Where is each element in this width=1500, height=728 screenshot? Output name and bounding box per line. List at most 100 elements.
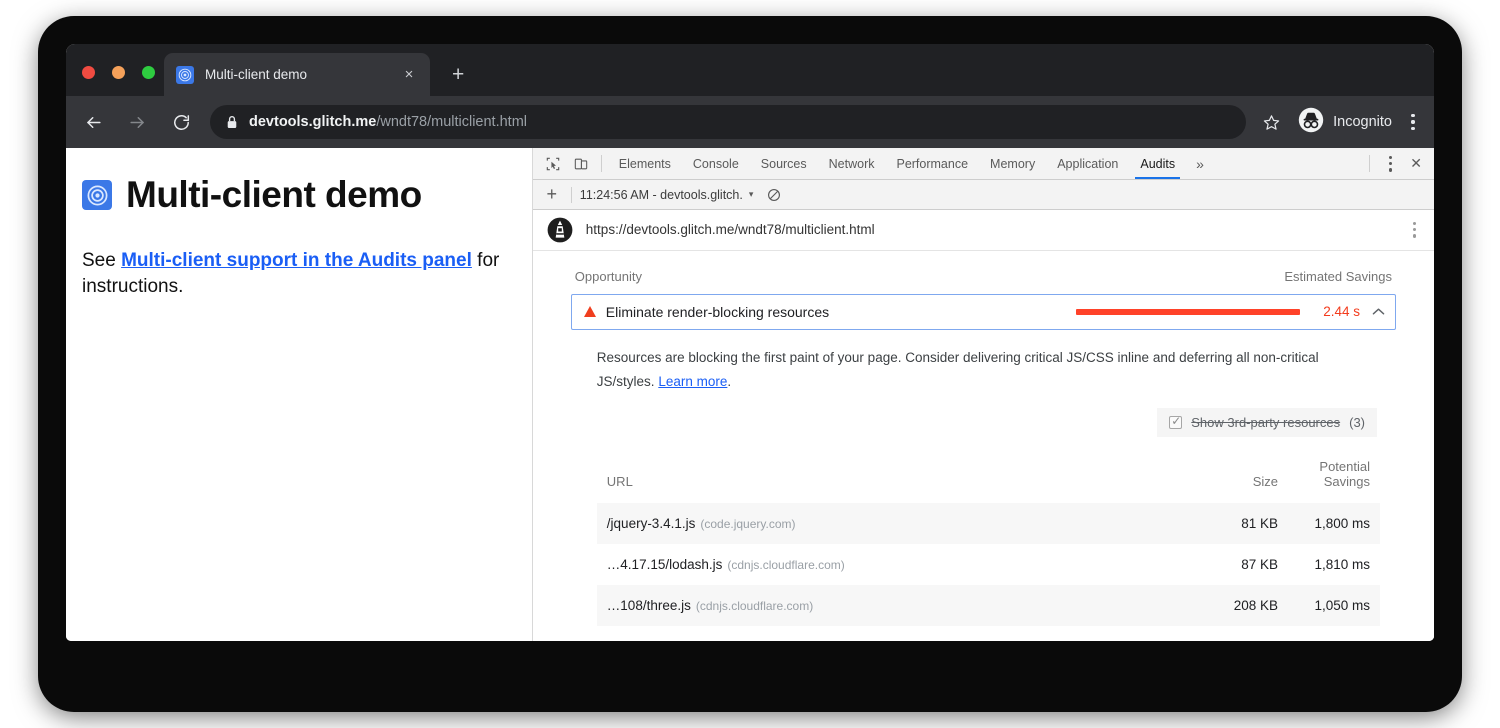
- tab-title: Multi-client demo: [205, 67, 400, 82]
- third-party-count: (3): [1349, 415, 1365, 430]
- tab-network[interactable]: Network: [818, 148, 886, 179]
- close-tab-button[interactable]: ×: [400, 66, 418, 84]
- url-path: /wndt78/multiclient.html: [376, 114, 527, 130]
- cell-size: 87 KB: [1196, 544, 1288, 585]
- resources-table: URL Size Potential Savings: [597, 453, 1380, 626]
- incognito-icon: [1298, 107, 1324, 138]
- maximize-window-button[interactable]: [142, 66, 155, 79]
- address-bar[interactable]: devtools.glitch.me/wndt78/multiclient.ht…: [210, 105, 1246, 139]
- table-row[interactable]: /jquery-3.4.1.js(code.jquery.com) 81 KB …: [597, 503, 1380, 544]
- tab-label: Sources: [761, 157, 807, 171]
- opportunity-row[interactable]: Eliminate render-blocking resources 2.44…: [571, 294, 1396, 330]
- tab-label: Memory: [990, 157, 1035, 171]
- opportunity-column-label: Opportunity: [575, 269, 642, 284]
- tab-console[interactable]: Console: [682, 148, 750, 179]
- reload-button[interactable]: [164, 105, 198, 139]
- tab-application[interactable]: Application: [1046, 148, 1129, 179]
- header-url: URL: [597, 453, 1196, 503]
- table-header-row: URL Size Potential Savings: [597, 453, 1380, 503]
- bookmark-star-icon[interactable]: [1254, 114, 1288, 131]
- estimated-savings-column-label: Estimated Savings: [1284, 269, 1392, 284]
- url-host: devtools.glitch.me: [249, 114, 376, 130]
- kebab-menu-icon: [1411, 114, 1414, 130]
- incognito-indicator[interactable]: Incognito: [1298, 107, 1392, 138]
- web-page-content: Multi-client demo See Multi-client suppo…: [66, 148, 533, 641]
- incognito-label: Incognito: [1333, 114, 1392, 130]
- tab-label: Audits: [1140, 157, 1175, 171]
- devtools-settings-button[interactable]: [1376, 148, 1404, 179]
- close-devtools-button[interactable]: ✕: [1404, 148, 1434, 179]
- inspect-element-icon[interactable]: [539, 148, 567, 179]
- table-row[interactable]: …108/three.js(cdnjs.cloudflare.com) 208 …: [597, 585, 1380, 626]
- chrome-menu-button[interactable]: [1398, 114, 1428, 130]
- resource-url: /jquery-3.4.1.js: [607, 516, 696, 531]
- chrome-spiral-icon: [176, 66, 194, 84]
- report-url: https://devtools.glitch.me/wndt78/multic…: [586, 222, 1409, 237]
- chevron-up-icon[interactable]: [1372, 305, 1385, 319]
- show-third-party-toggle[interactable]: Show 3rd-party resources (3): [1157, 408, 1377, 437]
- savings-value: 2.44 s: [1316, 304, 1360, 319]
- traffic-lights: [82, 66, 155, 79]
- report-body: Opportunity Estimated Savings Eliminate …: [533, 251, 1434, 641]
- third-party-checkbox[interactable]: [1169, 416, 1182, 429]
- lighthouse-icon: [547, 217, 573, 243]
- new-tab-button[interactable]: +: [452, 64, 464, 85]
- third-party-filter-wrap: Show 3rd-party resources (3): [597, 408, 1380, 437]
- back-button[interactable]: [76, 105, 110, 139]
- audits-subtoolbar: + 11:24:56 AM - devtools.glitch. ▾: [533, 180, 1434, 209]
- instructions-prefix: See: [82, 250, 121, 271]
- clear-all-icon[interactable]: [767, 188, 781, 202]
- table-row[interactable]: …4.17.15/lodash.js(cdnjs.cloudflare.com)…: [597, 544, 1380, 585]
- third-party-label: Show 3rd-party resources: [1191, 415, 1340, 430]
- cell-size: 208 KB: [1196, 585, 1288, 626]
- tab-label: Network: [829, 157, 875, 171]
- opportunity-title: Eliminate render-blocking resources: [606, 304, 1076, 320]
- description-period: .: [727, 374, 731, 389]
- minimize-window-button[interactable]: [112, 66, 125, 79]
- chrome-tab-strip: Multi-client demo × +: [66, 44, 1434, 96]
- browser-tab[interactable]: Multi-client demo ×: [164, 53, 430, 96]
- resource-url: …4.17.15/lodash.js: [607, 557, 723, 572]
- opportunity-detail: Resources are blocking the first paint o…: [571, 330, 1396, 641]
- chrome-toolbar: devtools.glitch.me/wndt78/multiclient.ht…: [66, 96, 1434, 148]
- opportunity-description: Resources are blocking the first paint o…: [597, 346, 1380, 394]
- lock-icon: [226, 115, 238, 129]
- more-tabs-button[interactable]: »: [1186, 148, 1214, 179]
- header-savings-line1: Potential: [1298, 459, 1370, 474]
- warning-triangle-icon: [584, 306, 596, 317]
- tab-label: Application: [1057, 157, 1118, 171]
- tab-performance[interactable]: Performance: [885, 148, 979, 179]
- header-potential-savings: Potential Savings: [1288, 453, 1380, 503]
- tab-audits[interactable]: Audits: [1129, 148, 1186, 179]
- chrome-spiral-icon: [82, 180, 112, 210]
- audits-doc-link[interactable]: Multi-client support in the Audits panel: [121, 250, 472, 271]
- learn-more-link[interactable]: Learn more: [658, 374, 727, 389]
- tab-memory[interactable]: Memory: [979, 148, 1046, 179]
- table-body: /jquery-3.4.1.js(code.jquery.com) 81 KB …: [597, 503, 1380, 626]
- cell-url: …108/three.js(cdnjs.cloudflare.com): [597, 585, 1196, 626]
- lighthouse-report: https://devtools.glitch.me/wndt78/multic…: [533, 210, 1434, 641]
- toolbar-divider: [1369, 155, 1370, 172]
- device-toolbar-icon[interactable]: [567, 148, 595, 179]
- report-menu-button[interactable]: [1409, 218, 1420, 242]
- cell-size: 81 KB: [1196, 503, 1288, 544]
- header-savings-line2: Savings: [1298, 474, 1370, 489]
- browser-viewport: Multi-client demo See Multi-client suppo…: [66, 148, 1434, 641]
- tab-sources[interactable]: Sources: [750, 148, 818, 179]
- url-text: devtools.glitch.me/wndt78/multiclient.ht…: [249, 114, 527, 130]
- cell-savings: 1,810 ms: [1288, 544, 1380, 585]
- forward-button[interactable]: [120, 105, 154, 139]
- new-audit-button[interactable]: +: [541, 184, 563, 205]
- tab-elements[interactable]: Elements: [608, 148, 682, 179]
- opportunity-columns: Opportunity Estimated Savings: [571, 269, 1396, 294]
- resource-url: …108/three.js: [607, 598, 691, 613]
- close-window-button[interactable]: [82, 66, 95, 79]
- tab-label: Performance: [896, 157, 968, 171]
- toolbar-divider: [601, 155, 602, 172]
- chevron-down-icon: ▾: [749, 189, 754, 200]
- kebab-menu-icon: [1389, 156, 1392, 172]
- audit-run-label: 11:24:56 AM - devtools.glitch.: [580, 188, 743, 202]
- audit-run-selector[interactable]: 11:24:56 AM - devtools.glitch. ▾: [580, 188, 754, 202]
- cell-url: …4.17.15/lodash.js(cdnjs.cloudflare.com): [597, 544, 1196, 585]
- browser-window: Multi-client demo × +: [66, 44, 1434, 641]
